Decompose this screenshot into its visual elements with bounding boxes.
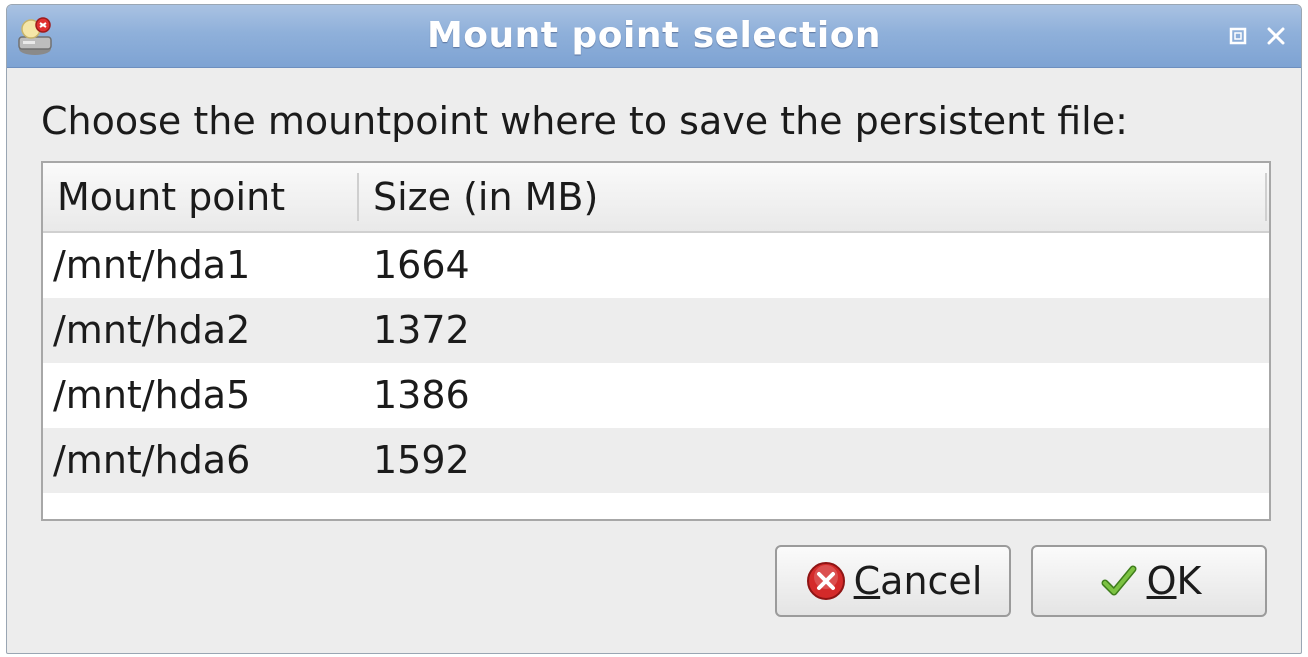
column-separator[interactable] — [357, 173, 359, 221]
maximize-icon[interactable] — [1225, 23, 1251, 49]
size-cell: 1664 — [373, 243, 470, 287]
table-row[interactable]: /mnt/hda1 1664 — [43, 233, 1269, 298]
checkmark-icon — [1101, 565, 1137, 596]
ok-button[interactable]: OK — [1031, 545, 1267, 617]
column-header-mount-point[interactable]: Mount point — [57, 163, 357, 231]
list-header: Mount point Size (in MB) — [43, 163, 1269, 233]
window-title: Mount point selection — [426, 15, 882, 56]
column-header-size[interactable]: Size (in MB) — [373, 163, 1253, 231]
mountpoint-list[interactable]: Mount point Size (in MB) /mnt/hda1 1664 … — [41, 161, 1271, 521]
title-bar[interactable]: Mount point selection — [7, 5, 1301, 68]
mount-cell: /mnt/hda6 — [53, 438, 251, 482]
table-row[interactable]: /mnt/hda6 1592 — [43, 428, 1269, 493]
close-icon[interactable] — [1263, 23, 1289, 49]
ok-button-label: OK — [1146, 559, 1202, 603]
mount-cell: /mnt/hda5 — [53, 373, 251, 417]
cancel-button[interactable]: Cancel — [775, 545, 1011, 617]
column-separator-end — [1265, 173, 1267, 221]
size-cell: 1386 — [373, 373, 470, 417]
cancel-icon — [806, 562, 845, 600]
mount-cell: /mnt/hda2 — [53, 308, 251, 352]
prompt-label: Choose the mountpoint where to save the … — [41, 99, 1128, 143]
cancel-button-label: Cancel — [853, 559, 983, 603]
size-cell: 1372 — [373, 308, 470, 352]
table-row[interactable]: /mnt/hda5 1386 — [43, 363, 1269, 428]
size-cell: 1592 — [373, 438, 470, 482]
table-row[interactable]: /mnt/hda2 1372 — [43, 298, 1269, 363]
dialog-window: Mount point selection Choose the mountpo… — [6, 4, 1302, 654]
mount-cell: /mnt/hda1 — [53, 243, 251, 287]
